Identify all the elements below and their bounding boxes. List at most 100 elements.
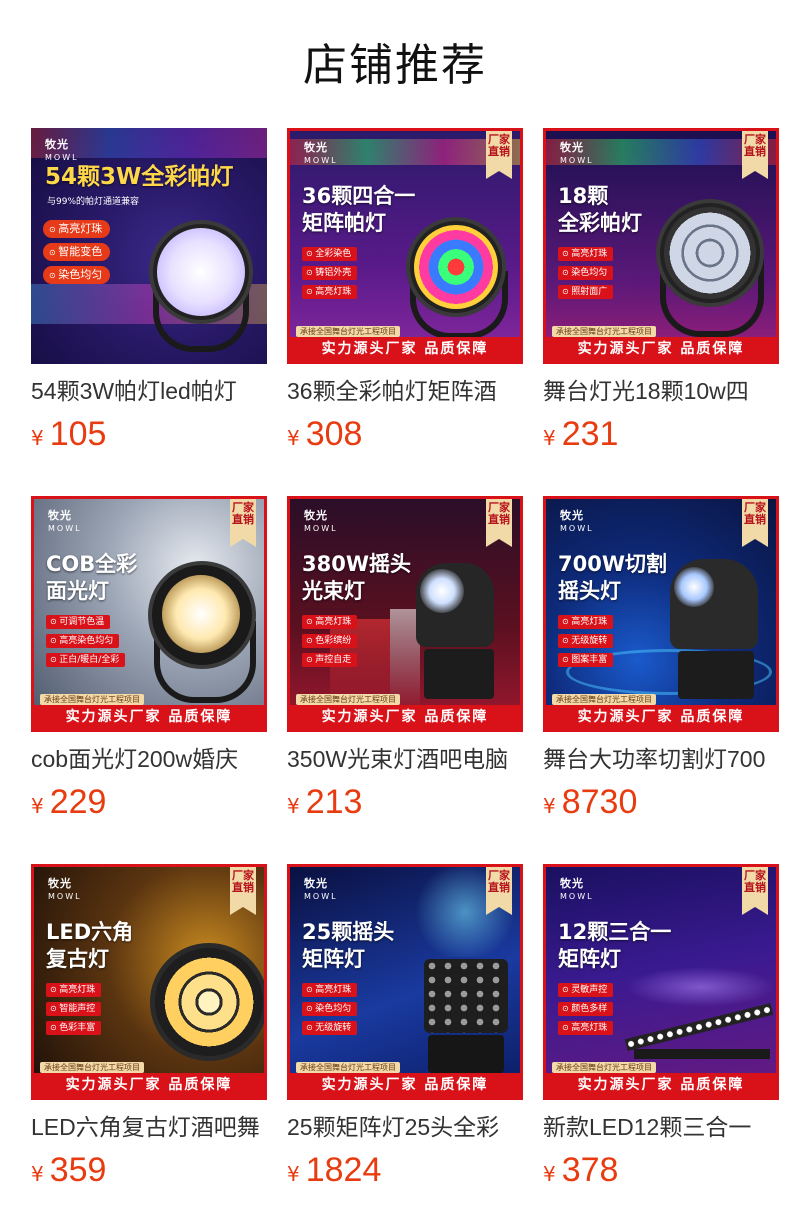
product-price: ¥378 xyxy=(543,1151,619,1189)
brand-logo: 牧光 MOWL xyxy=(304,141,338,165)
feature-tag: 可调节色温 xyxy=(46,615,111,629)
feature-tag: 无级旋转 xyxy=(302,1021,358,1035)
feature-tag: 高亮灯珠 xyxy=(302,615,358,629)
product-price: ¥213 xyxy=(287,783,363,821)
project-note: 承接全国舞台灯光工程项目 xyxy=(552,694,656,705)
feature-tag: 照射面广 xyxy=(558,285,614,299)
product-image[interactable]: 牧光MOWL 厂家直销 25颗摇头矩阵灯 高亮灯珠 染色均匀 无级旋转 承接全国… xyxy=(287,864,523,1100)
product-image[interactable]: 牧光MOWL 厂家直销 700W切割摇头灯 高亮灯珠 无级旋转 图案丰富 承接全… xyxy=(543,496,779,732)
feature-tag: 高亮灯珠 xyxy=(43,220,111,238)
feature-tag: 高亮染色均匀 xyxy=(46,634,120,648)
brand-logo: 牧光 MOWL xyxy=(45,138,79,162)
quality-banner: 实力源头厂家 品质保障 xyxy=(546,1073,776,1097)
project-note: 承接全国舞台灯光工程项目 xyxy=(40,1062,144,1073)
product-title[interactable]: 54颗3W帕灯led帕灯 xyxy=(31,376,267,406)
feature-tag: 染色均匀 xyxy=(558,266,614,280)
feature-tag: 声控自走 xyxy=(302,653,358,667)
factory-direct-ribbon: 厂家直销 xyxy=(742,499,768,547)
feature-tag: 高亮灯珠 xyxy=(302,285,358,299)
feature-list: 高亮灯珠 染色均匀 无级旋转 xyxy=(302,983,358,1040)
product-card[interactable]: 牧光MOWL 厂家直销 18颗全彩帕灯 高亮灯珠 染色均匀 照射面广 承接全国舞… xyxy=(543,128,779,454)
feature-list: 高亮灯珠 无级旋转 图案丰富 xyxy=(558,615,614,672)
feature-tag: 染色均匀 xyxy=(302,1002,358,1016)
product-card[interactable]: 牧光MOWL 厂家直销 LED六角复古灯 高亮灯珠 智能声控 色彩丰富 承接全国… xyxy=(31,864,267,1190)
quality-banner: 实力源头厂家 品质保障 xyxy=(290,1073,520,1097)
quality-banner: 实力源头厂家 品质保障 xyxy=(546,705,776,729)
product-card[interactable]: 牧光MOWL 厂家直销 700W切割摇头灯 高亮灯珠 无级旋转 图案丰富 承接全… xyxy=(543,496,779,822)
brand-logo: 牧光 MOWL xyxy=(560,509,594,533)
product-title[interactable]: 36颗全彩帕灯矩阵酒 xyxy=(287,376,523,406)
product-card[interactable]: 牧光MOWL 厂家直销 25颗摇头矩阵灯 高亮灯珠 染色均匀 无级旋转 承接全国… xyxy=(287,864,523,1190)
project-note: 承接全国舞台灯光工程项目 xyxy=(296,1062,400,1073)
product-card[interactable]: 牧光MOWL 54颗3W全彩帕灯 与99%的帕灯通道兼容 高亮灯珠 智能变色 染… xyxy=(31,128,267,454)
image-headline: 54颗3W全彩帕灯 xyxy=(45,164,234,190)
project-note: 承接全国舞台灯光工程项目 xyxy=(552,1062,656,1073)
product-grid: 牧光MOWL 54颗3W全彩帕灯 与99%的帕灯通道兼容 高亮灯珠 智能变色 染… xyxy=(0,0,790,1232)
quality-banner: 实力源头厂家 品质保障 xyxy=(34,1073,264,1097)
project-note: 承接全国舞台灯光工程项目 xyxy=(552,326,656,337)
factory-direct-ribbon: 厂家直销 xyxy=(230,867,256,915)
feature-list: 可调节色温 高亮染色均匀 正白/暖白/全彩 xyxy=(46,615,126,672)
product-price: ¥105 xyxy=(31,415,107,453)
product-price: ¥231 xyxy=(543,415,619,453)
image-subline: 与99%的帕灯通道兼容 xyxy=(47,197,140,207)
cob-light-icon xyxy=(138,555,262,705)
product-title[interactable]: LED六角复古灯酒吧舞 xyxy=(31,1112,267,1142)
product-image[interactable]: 牧光MOWL 厂家直销 12颗三合一矩阵灯 灵敏声控 颜色多样 高亮灯珠 承接全… xyxy=(543,864,779,1100)
product-price: ¥1824 xyxy=(287,1151,382,1189)
product-image[interactable]: 牧光MOWL 厂家直销 36颗四合一矩阵帕灯 全彩染色 铸铝外壳 高亮灯珠 承接… xyxy=(287,128,523,364)
quality-banner: 实力源头厂家 品质保障 xyxy=(290,337,520,361)
feature-tag: 正白/暖白/全彩 xyxy=(46,653,126,667)
image-headline: 25颗摇头 矩阵灯 xyxy=(302,920,395,971)
image-headline: COB全彩 面光灯 xyxy=(46,552,138,603)
product-title[interactable]: 350W光束灯酒吧电脑 xyxy=(287,744,523,774)
feature-tag: 颜色多样 xyxy=(558,1002,614,1016)
feature-list: 高亮灯珠 智能变色 染色均匀 xyxy=(43,220,111,289)
product-card[interactable]: 牧光MOWL 厂家直销 12颗三合一矩阵灯 灵敏声控 颜色多样 高亮灯珠 承接全… xyxy=(543,864,779,1190)
product-image[interactable]: 牧光MOWL 厂家直销 COB全彩面光灯 可调节色温 高亮染色均匀 正白/暖白/… xyxy=(31,496,267,732)
product-image[interactable]: 牧光MOWL 厂家直销 18颗全彩帕灯 高亮灯珠 染色均匀 照射面广 承接全国舞… xyxy=(543,128,779,364)
product-price: ¥229 xyxy=(31,783,107,821)
product-title[interactable]: 新款LED12颗三合一 xyxy=(543,1112,779,1142)
matrix-moving-head-icon xyxy=(418,959,514,1073)
product-image[interactable]: 牧光MOWL 厂家直销 LED六角复古灯 高亮灯珠 智能声控 色彩丰富 承接全国… xyxy=(31,864,267,1100)
par-light-icon xyxy=(141,216,261,356)
image-headline: 36颗四合一 矩阵帕灯 xyxy=(302,184,416,235)
project-note: 承接全国舞台灯光工程项目 xyxy=(40,694,144,705)
matrix-par-icon xyxy=(400,217,510,339)
product-price: ¥308 xyxy=(287,415,363,453)
brand-logo: 牧光 MOWL xyxy=(304,509,338,533)
moving-head-icon xyxy=(664,539,768,699)
factory-direct-ribbon: 厂家直销 xyxy=(742,131,768,179)
product-image[interactable]: 牧光MOWL 厂家直销 380W摇头光束灯 高亮灯珠 色彩缤纷 声控自走 承接全… xyxy=(287,496,523,732)
feature-tag: 智能声控 xyxy=(46,1002,102,1016)
feature-list: 高亮灯珠 染色均匀 照射面广 xyxy=(558,247,614,304)
feature-tag: 高亮灯珠 xyxy=(558,1021,614,1035)
product-title[interactable]: cob面光灯200w婚庆 xyxy=(31,744,267,774)
product-card[interactable]: 牧光MOWL 厂家直销 COB全彩面光灯 可调节色温 高亮染色均匀 正白/暖白/… xyxy=(31,496,267,822)
factory-direct-ribbon: 厂家直销 xyxy=(742,867,768,915)
feature-tag: 全彩染色 xyxy=(302,247,358,261)
product-image[interactable]: 牧光MOWL 54颗3W全彩帕灯 与99%的帕灯通道兼容 高亮灯珠 智能变色 染… xyxy=(31,128,267,364)
product-title[interactable]: 舞台灯光18颗10w四 xyxy=(543,376,779,406)
feature-tag: 灵敏声控 xyxy=(558,983,614,997)
brand-logo: 牧光 MOWL xyxy=(48,877,82,901)
product-card[interactable]: 牧光MOWL 厂家直销 36颗四合一矩阵帕灯 全彩染色 铸铝外壳 高亮灯珠 承接… xyxy=(287,128,523,454)
factory-direct-ribbon: 厂家直销 xyxy=(486,867,512,915)
feature-tag: 高亮灯珠 xyxy=(558,247,614,261)
feature-tag: 色彩缤纷 xyxy=(302,634,358,648)
feature-list: 高亮灯珠 色彩缤纷 声控自走 xyxy=(302,615,358,672)
quality-banner: 实力源头厂家 品质保障 xyxy=(546,337,776,361)
feature-tag: 染色均匀 xyxy=(43,266,111,284)
factory-direct-ribbon: 厂家直销 xyxy=(486,499,512,547)
product-card[interactable]: 牧光MOWL 厂家直销 380W摇头光束灯 高亮灯珠 色彩缤纷 声控自走 承接全… xyxy=(287,496,523,822)
image-headline: 380W摇头 光束灯 xyxy=(302,552,411,603)
quality-banner: 实力源头厂家 品质保障 xyxy=(34,705,264,729)
quality-banner: 实力源头厂家 品质保障 xyxy=(290,705,520,729)
project-note: 承接全国舞台灯光工程项目 xyxy=(296,694,400,705)
product-title[interactable]: 舞台大功率切割灯700 xyxy=(543,744,779,774)
image-headline: 700W切割 摇头灯 xyxy=(558,552,667,603)
image-headline: 18颗 全彩帕灯 xyxy=(558,184,642,235)
feature-tag: 高亮灯珠 xyxy=(558,615,614,629)
product-title[interactable]: 25颗矩阵灯25头全彩 xyxy=(287,1112,523,1142)
